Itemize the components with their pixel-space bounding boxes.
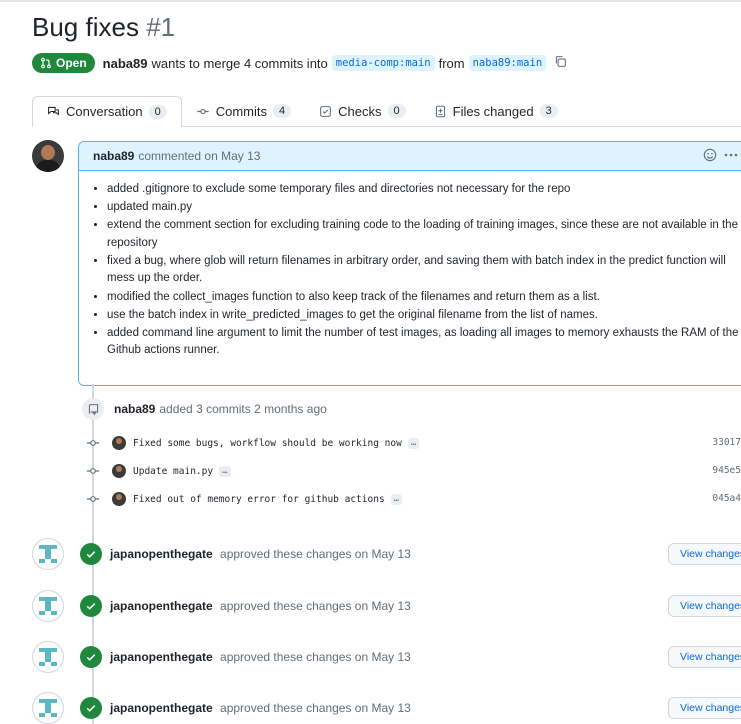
avatar[interactable] [32,641,64,673]
commit-icon [197,108,209,114]
review-event: japanopenthegate approved these changes … [32,641,741,673]
tab-conversation[interactable]: Conversation 0 [32,96,182,127]
copy-icon[interactable] [554,55,567,71]
merge-text: wants to merge 4 commits into [151,55,328,71]
pr-author-link[interactable]: naba89 [103,56,148,71]
review-event: japanopenthegate approved these changes … [32,590,741,622]
avatar[interactable] [112,464,126,478]
avatar[interactable] [32,590,64,622]
comment-list: added .gitignore to exclude some tempora… [93,181,741,360]
list-item: fixed a bug, where glob will return file… [107,253,741,288]
check-icon [80,595,102,617]
tab-counter: 0 [148,104,167,119]
reviewer-link[interactable]: japanopenthegate [110,599,213,613]
comment-body: added .gitignore to exclude some tempora… [79,171,741,360]
view-changes-button[interactable]: View changes [668,595,741,617]
commits-event: naba89 added 3 commits 2 months ago [82,398,327,420]
commit-sha-link[interactable]: 945e5 [712,465,741,476]
status-badge-label: Open [56,56,87,70]
reviewer-link[interactable]: japanopenthegate [110,547,213,561]
list-item: added .gitignore to exclude some tempora… [107,181,741,199]
list-item: use the batch index in write_predicted_i… [107,307,741,325]
file-diff-icon [435,105,445,117]
check-icon [80,697,102,719]
comment-header: naba89 commented on May 13 [79,142,741,171]
pr-tabs: Conversation 0 Commits 4 Checks 0 Files … [32,96,741,127]
review-action: approved these changes on May 13 [220,599,411,613]
smiley-icon[interactable] [703,148,717,162]
avatar[interactable] [32,692,64,724]
pr-title: Bug fixes [32,12,139,42]
pull-request-page: Bug fixes #1 Open naba89 wants to merge … [0,0,741,724]
tab-counter: 3 [539,104,558,118]
list-item: extend the comment section for excluding… [107,217,741,252]
commit-sha-link[interactable]: 33017 [712,437,741,448]
review-event: japanopenthegate approved these changes … [32,692,741,724]
reviewer-link[interactable]: japanopenthegate [110,650,213,664]
tab-label: Commits [215,103,268,119]
check-icon [80,646,102,668]
view-changes-button[interactable]: View changes [668,697,741,719]
review-action: approved these changes on May 13 [220,547,411,561]
event-author-link[interactable]: naba89 [114,402,155,416]
review-event: japanopenthegate approved these changes … [32,538,741,570]
conversation-icon [48,106,59,116]
list-item: added command line argument to limit the… [107,325,741,360]
comment-box: naba89 commented on May 13 added .gitign… [78,141,741,386]
avatar[interactable] [32,538,64,570]
head-branch-link[interactable]: naba89:main [468,55,547,71]
commit-node-icon [86,494,100,504]
pull-request-icon [41,57,51,69]
view-changes-button[interactable]: View changes [668,646,741,668]
reviewer-link[interactable]: japanopenthegate [110,701,213,715]
list-item: modified the collect_images function to … [107,289,741,307]
review-text: japanopenthegate approved these changes … [110,599,411,613]
expand-ellipsis-button[interactable]: … [407,437,420,449]
expand-ellipsis-button[interactable]: … [390,493,403,505]
list-item: updated main.py [107,199,741,217]
commit-message-link[interactable]: Fixed out of memory error for github act… [133,494,385,505]
avatar[interactable] [32,140,64,172]
commit-node-icon [86,466,100,476]
list-item: Update main.py … 945e5 [86,461,741,481]
commit-sha-link[interactable]: 045a4 [712,493,741,504]
commit-message-link[interactable]: Update main.py [133,466,213,477]
comment-actions [703,148,739,162]
commit-node-icon [86,438,100,448]
tab-checks[interactable]: Checks 0 [305,96,419,126]
tab-label: Conversation [66,104,143,119]
review-action: approved these changes on May 13 [220,701,411,715]
view-changes-button[interactable]: View changes [668,543,741,565]
expand-ellipsis-button[interactable]: … [219,465,231,477]
comment-action: commented on May 13 [138,149,261,163]
pr-meta: Open naba89 wants to merge 4 commits int… [32,52,567,74]
kebab-menu-icon[interactable] [723,148,739,162]
page-title: Bug fixes #1 [32,12,175,43]
tab-commits[interactable]: Commits 4 [182,96,305,126]
review-action: approved these changes on May 13 [220,650,411,664]
avatar[interactable] [112,492,126,506]
tab-label: Files changed [452,103,534,119]
tab-files-changed[interactable]: Files changed 3 [420,96,572,126]
tab-counter: 4 [273,104,292,118]
repo-push-icon [82,398,104,420]
event-text: added 3 commits 2 months ago [159,402,327,416]
list-item: Fixed some bugs, workflow should be work… [86,433,741,453]
review-text: japanopenthegate approved these changes … [110,547,411,561]
status-badge: Open [32,53,95,73]
tab-counter: 0 [387,104,406,118]
commit-message-link[interactable]: Fixed some bugs, workflow should be work… [133,438,402,449]
avatar[interactable] [112,436,126,450]
check-icon [80,543,102,565]
tab-label: Checks [338,103,382,119]
from-text: from [438,55,465,71]
base-branch-link[interactable]: media-comp:main [331,55,435,71]
checks-icon [320,105,332,117]
review-text: japanopenthegate approved these changes … [110,650,411,664]
pr-number: #1 [146,12,176,42]
comment-author-link[interactable]: naba89 [93,149,134,163]
review-text: japanopenthegate approved these changes … [110,701,411,715]
list-item: Fixed out of memory error for github act… [86,489,741,509]
